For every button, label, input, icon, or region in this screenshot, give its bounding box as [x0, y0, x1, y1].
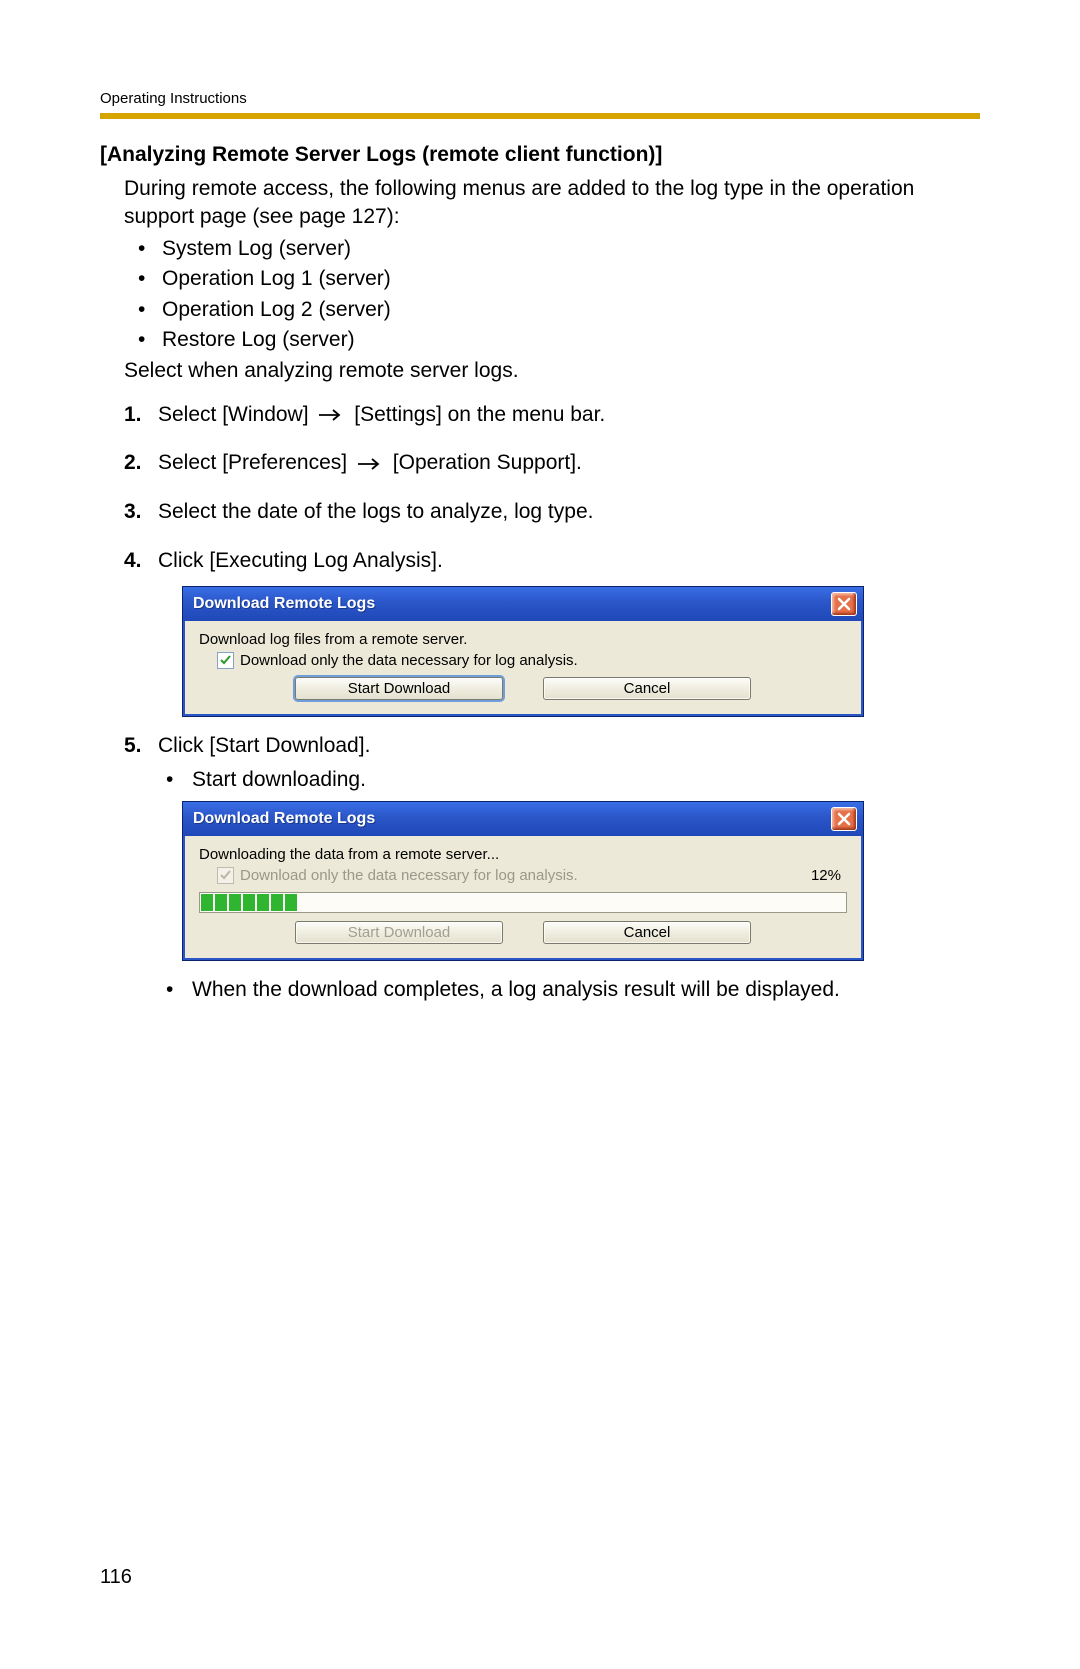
- checkbox-disabled: [217, 867, 234, 884]
- list-item: • Restore Log (server): [124, 325, 980, 355]
- download-dialog-initial: Download Remote Logs Download log files …: [182, 586, 864, 717]
- step-body: Select [Window] [Settings] on the menu b…: [158, 400, 980, 431]
- close-icon: [836, 811, 852, 827]
- step-1: 1. Select [Window] [Settings] on the men…: [124, 400, 980, 431]
- dialog-body: Downloading the data from a remote serve…: [183, 836, 863, 960]
- check-icon: [220, 870, 231, 881]
- sub-bullet-text: Start downloading.: [192, 765, 366, 794]
- dialog-button-row: Start Download Cancel: [199, 677, 847, 700]
- dialog-message: Download log files from a remote server.: [199, 631, 847, 648]
- step-5-continued: • When the download completes, a log ana…: [158, 975, 980, 1004]
- step-text-after: [Operation Support].: [393, 451, 582, 474]
- step-body: Click [Executing Log Analysis].: [158, 546, 980, 576]
- progress-cell: [271, 894, 283, 911]
- list-item: • System Log (server): [124, 234, 980, 264]
- cancel-button[interactable]: Cancel: [543, 677, 751, 700]
- header-label: Operating Instructions: [100, 90, 980, 107]
- dialog-title: Download Remote Logs: [193, 810, 375, 828]
- progress-cell: [215, 894, 227, 911]
- step-4: 4. Click [Executing Log Analysis].: [124, 546, 980, 576]
- bullet-icon: •: [158, 765, 192, 794]
- dialog-button-row: Start Download Cancel: [199, 921, 847, 944]
- arrow-icon: [318, 400, 344, 430]
- bullet-icon: •: [124, 295, 162, 325]
- progress-cell: [243, 894, 255, 911]
- bullet-icon: •: [124, 264, 162, 294]
- progress-cell: [201, 894, 213, 911]
- step-body: Select the date of the logs to analyze, …: [158, 497, 980, 527]
- dialog-message: Downloading the data from a remote serve…: [199, 846, 847, 863]
- step-text-before: Select [Preferences]: [158, 451, 347, 474]
- bullet-text: Restore Log (server): [162, 325, 355, 355]
- intro-text: During remote access, the following menu…: [124, 175, 980, 232]
- step-body: Select [Preferences] [Operation Support]…: [158, 448, 980, 479]
- bullet-text: System Log (server): [162, 234, 351, 264]
- start-download-button-disabled: Start Download: [295, 921, 503, 944]
- bullet-text: Operation Log 1 (server): [162, 264, 391, 294]
- step-text: Click [Start Download].: [158, 731, 980, 761]
- checkbox-row: Download only the data necessary for log…: [217, 652, 847, 669]
- page-number: 116: [100, 1566, 132, 1589]
- bullet-icon: •: [124, 234, 162, 264]
- log-type-bullets: • System Log (server) • Operation Log 1 …: [124, 234, 980, 356]
- bullet-icon: •: [124, 325, 162, 355]
- cancel-button[interactable]: Cancel: [543, 921, 751, 944]
- dialog-titlebar[interactable]: Download Remote Logs: [183, 802, 863, 836]
- progress-cell: [229, 894, 241, 911]
- dialog-title: Download Remote Logs: [193, 595, 375, 613]
- header-rule: [100, 113, 980, 119]
- section-title: [Analyzing Remote Server Logs (remote cl…: [100, 143, 980, 167]
- progress-cell: [285, 894, 297, 911]
- step-text-after: [Settings] on the menu bar.: [354, 403, 605, 426]
- step-number: 2.: [124, 448, 158, 478]
- start-download-button[interactable]: Start Download: [295, 677, 503, 700]
- checkbox-label: Download only the data necessary for log…: [240, 652, 578, 669]
- after-bullets-text: Select when analyzing remote server logs…: [124, 357, 980, 385]
- arrow-icon: [357, 449, 383, 479]
- checkbox-row: Download only the data necessary for log…: [217, 867, 847, 884]
- steps-list: 1. Select [Window] [Settings] on the men…: [124, 400, 980, 1004]
- step-5: 5. Click [Start Download]. • Start downl…: [124, 731, 980, 795]
- close-icon: [836, 596, 852, 612]
- dialog-titlebar[interactable]: Download Remote Logs: [183, 587, 863, 621]
- step-3: 3. Select the date of the logs to analyz…: [124, 497, 980, 527]
- progress-percent: 12%: [811, 867, 847, 884]
- bullet-text: Operation Log 2 (server): [162, 295, 391, 325]
- progress-bar: [199, 892, 847, 913]
- step-number: 4.: [124, 546, 158, 576]
- close-button[interactable]: [831, 592, 857, 616]
- dialog-body: Download log files from a remote server.…: [183, 621, 863, 716]
- step-2: 2. Select [Preferences] [Operation Suppo…: [124, 448, 980, 479]
- close-button[interactable]: [831, 807, 857, 831]
- sub-bullet: • When the download completes, a log ana…: [158, 975, 980, 1004]
- step-number: 3.: [124, 497, 158, 527]
- sub-bullet: • Start downloading.: [158, 765, 980, 794]
- sub-bullet-text: When the download completes, a log analy…: [192, 975, 840, 1004]
- bullet-icon: •: [158, 975, 192, 1004]
- download-dialog-progress: Download Remote Logs Downloading the dat…: [182, 801, 864, 961]
- checkbox[interactable]: [217, 652, 234, 669]
- list-item: • Operation Log 2 (server): [124, 295, 980, 325]
- list-item: • Operation Log 1 (server): [124, 264, 980, 294]
- checkbox-label: Download only the data necessary for log…: [240, 867, 578, 884]
- progress-cell: [257, 894, 269, 911]
- step-text-before: Select [Window]: [158, 403, 309, 426]
- step-number: 5.: [124, 731, 158, 761]
- step-body: Click [Start Download]. • Start download…: [158, 731, 980, 795]
- step-number: 1.: [124, 400, 158, 430]
- check-icon: [220, 655, 231, 666]
